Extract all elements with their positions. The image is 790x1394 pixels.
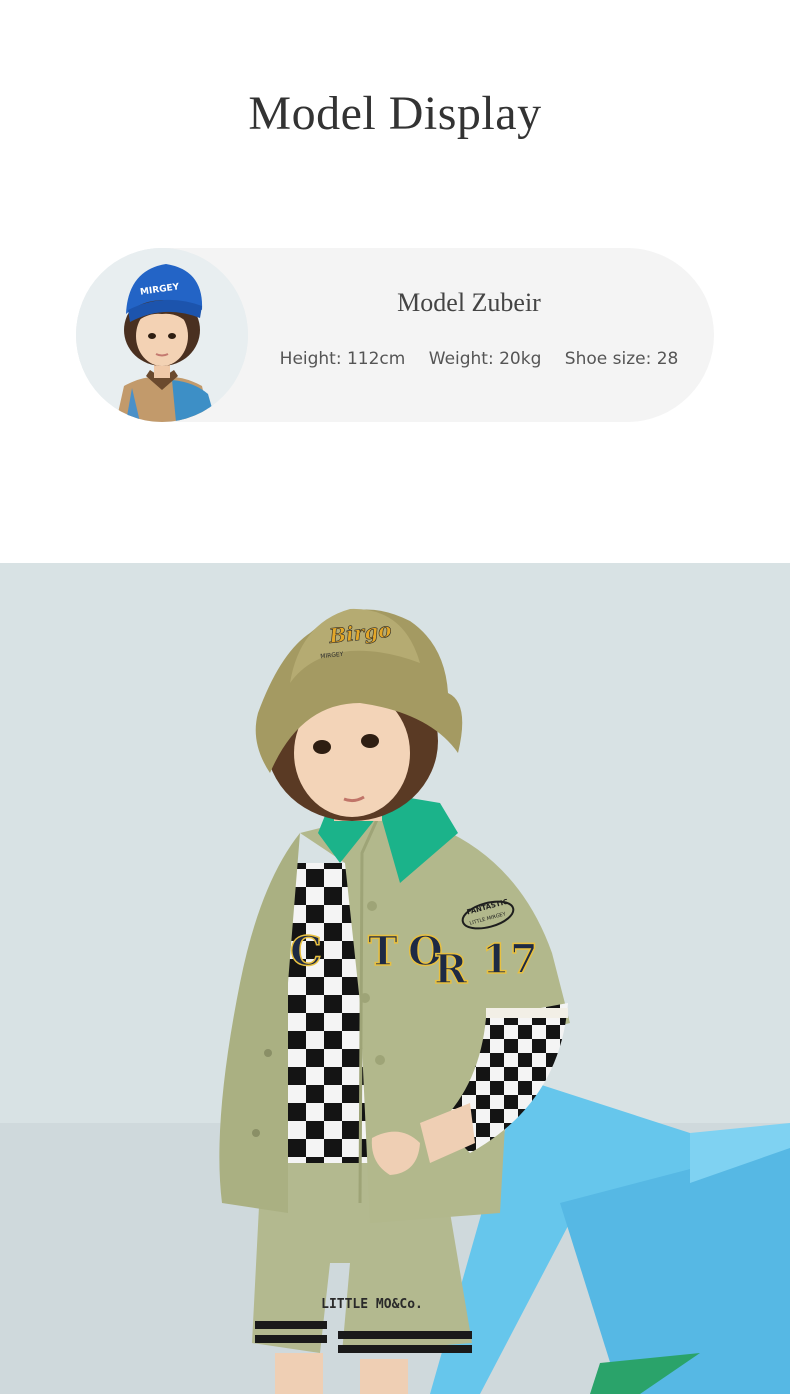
model-stats: Height: 112cm Weight: 20kg Shoe size: 28 xyxy=(236,349,722,369)
shorts-text: LITTLE MO&Co. xyxy=(321,1297,423,1312)
model-shoe-size: Shoe size: 28 xyxy=(564,349,679,369)
model-avatar: MIRGEY xyxy=(76,248,248,422)
model-photo: LITTLE MO&Co. C T O R 17 FANTASTIC LITTL… xyxy=(0,563,790,1394)
model-avatar-illustration: MIRGEY xyxy=(76,248,248,422)
jacket-letter-t: T xyxy=(368,928,398,975)
page-title: Model Display xyxy=(248,87,542,140)
model-photo-illustration: LITTLE MO&Co. C T O R 17 FANTASTIC LITTL… xyxy=(0,563,790,1394)
jacket-number: 17 xyxy=(482,936,538,983)
model-weight: Weight: 20kg xyxy=(428,349,542,369)
jacket-letter-r: R xyxy=(434,946,468,993)
model-name: Model Zubeir xyxy=(397,288,541,317)
jacket-letter-c: C xyxy=(290,928,322,975)
model-card: MIRGEY Model Zubeir Height: 112cm Weight… xyxy=(76,248,714,422)
model-height: Height: 112cm xyxy=(279,349,406,369)
